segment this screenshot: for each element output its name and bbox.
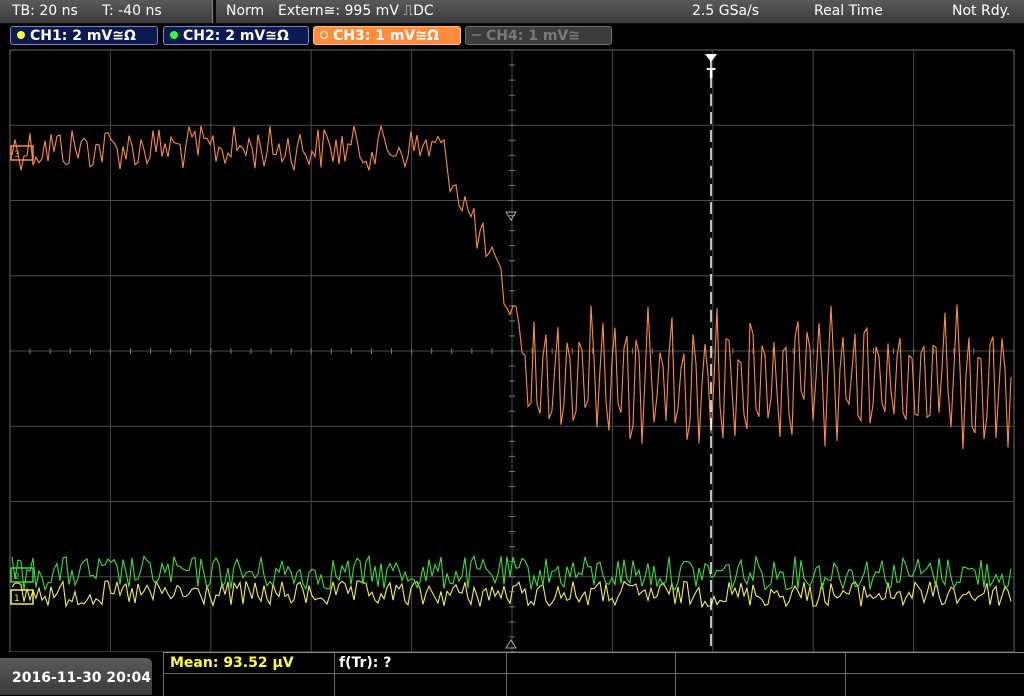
status-label: Not Rdy. [952, 3, 1011, 19]
trigger-mode-label: Norm [226, 3, 265, 19]
measurement-panel[interactable]: Mean: 93.52 µV f(Tr): ? [163, 652, 1024, 696]
acquisition-mode-label: Real Time [814, 3, 883, 19]
channel-tabs: CH1: 2 mV≅Ω CH2: 2 mV≅Ω CH3: 1 mV≅Ω CH4:… [0, 24, 1024, 48]
channel-3-label: CH3: 1 mV≅Ω [333, 28, 439, 44]
trigger-time-label: T: -40 ns [102, 3, 162, 19]
trigger-source-label: Extern≅: 995 mV ⎍DC [278, 3, 434, 19]
sample-rate-label: 2.5 GSa/s [692, 3, 760, 19]
trigger-panel[interactable]: Norm Extern≅: 995 mV ⎍DC 2.5 GSa/s Real … [216, 0, 1024, 23]
waveform-svg[interactable]: T 3 2 1 [0, 48, 1024, 654]
channel-2-label: CH2: 2 mV≅Ω [183, 28, 289, 44]
svg-text:3: 3 [14, 150, 20, 160]
channel-4-label: CH4: 1 mV≅ [486, 28, 580, 44]
svg-text:1: 1 [14, 594, 20, 604]
channel-1-indicator-icon [17, 31, 25, 39]
bottom-bar: 2016-11-30 20:04 Mean: 93.52 µV f(Tr): ? [0, 652, 1024, 696]
channel-2-indicator-icon [170, 31, 178, 39]
channel-2-tab[interactable]: CH2: 2 mV≅Ω [163, 26, 309, 45]
timebase-panel[interactable]: TB: 20 ns T: -40 ns [0, 0, 213, 23]
channel-1-label: CH1: 2 mV≅Ω [30, 28, 136, 44]
timebase-label: TB: 20 ns [12, 3, 78, 19]
svg-text:2: 2 [14, 572, 20, 582]
channel-3-tab[interactable]: CH3: 1 mV≅Ω [313, 26, 461, 45]
datetime-panel: 2016-11-30 20:04 [0, 658, 152, 695]
channel-4-tab[interactable]: CH4: 1 mV≅ [465, 26, 612, 45]
channel-3-indicator-icon [320, 31, 328, 39]
top-status-bar: TB: 20 ns T: -40 ns Norm Extern≅: 995 mV… [0, 0, 1024, 24]
channel-4-indicator-icon [472, 34, 481, 36]
mean-measurement: Mean: 93.52 µV [170, 655, 294, 671]
trigger-frequency-measurement: f(Tr): ? [339, 655, 392, 671]
datetime-label: 2016-11-30 20:04 [12, 670, 151, 686]
waveform-display[interactable]: T 3 2 1 [0, 48, 1024, 654]
trigger-marker-label: T [707, 67, 716, 82]
channel-1-tab[interactable]: CH1: 2 mV≅Ω [10, 26, 158, 45]
